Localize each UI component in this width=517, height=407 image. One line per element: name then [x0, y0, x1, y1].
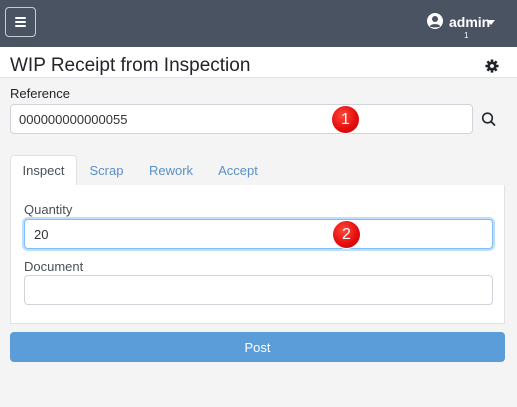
page-header: WIP Receipt from Inspection	[0, 47, 517, 78]
user-menu[interactable]: admin 1	[427, 12, 497, 40]
user-count-badge: 1	[464, 31, 469, 40]
quantity-label: Quantity	[24, 202, 73, 217]
document-input[interactable]	[24, 275, 493, 305]
tab-scrap[interactable]: Scrap	[79, 155, 134, 186]
chevron-down-icon	[487, 20, 495, 25]
inspect-panel: Quantity Document	[10, 185, 505, 324]
tab-bar: Inspect Scrap Rework Accept	[10, 155, 505, 186]
search-icon[interactable]	[479, 110, 499, 128]
hamburger-icon	[15, 17, 26, 27]
page-title: WIP Receipt from Inspection	[10, 55, 251, 76]
step-marker-1: 1	[332, 106, 359, 133]
tab-accept[interactable]: Accept	[209, 155, 267, 186]
gear-icon[interactable]	[485, 59, 499, 73]
top-navbar: admin 1	[0, 0, 517, 47]
reference-input[interactable]	[10, 104, 473, 134]
tab-rework[interactable]: Rework	[139, 155, 203, 186]
user-circle-icon	[427, 13, 443, 29]
document-label: Document	[24, 259, 84, 274]
reference-label: Reference	[10, 86, 70, 101]
quantity-input[interactable]	[24, 219, 493, 249]
menu-toggle-button[interactable]	[5, 7, 36, 37]
tab-inspect[interactable]: Inspect	[10, 155, 77, 186]
step-marker-2: 2	[333, 221, 360, 248]
user-name: admin	[449, 14, 491, 30]
post-button[interactable]: Post	[10, 332, 505, 362]
